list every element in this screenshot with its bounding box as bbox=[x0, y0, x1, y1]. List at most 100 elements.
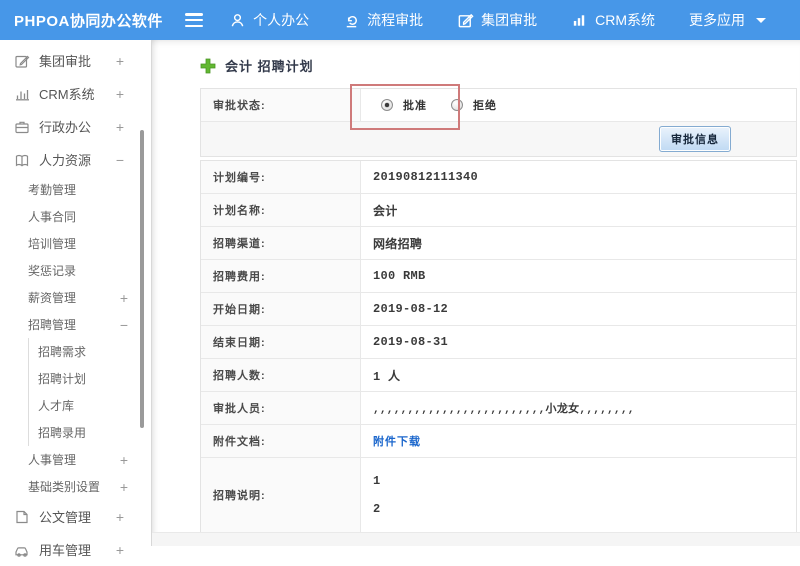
sidebar-label: 招聘管理 bbox=[28, 316, 76, 333]
field-value: 100 RMB bbox=[361, 260, 796, 292]
page-header: 会计 招聘计划 bbox=[152, 40, 800, 88]
nav-personal-office[interactable]: 个人办公 bbox=[229, 10, 309, 30]
menu-icon[interactable] bbox=[185, 13, 203, 27]
sidebar-item-recruit-mgmt[interactable]: 招聘管理 − bbox=[0, 311, 150, 338]
sidebar-item-training[interactable]: 培训管理 bbox=[0, 230, 150, 257]
nav-workflow-approval[interactable]: 流程审批 bbox=[343, 10, 423, 30]
approve-radio-label[interactable]: 批准 bbox=[403, 97, 427, 113]
sidebar-item-admin-office[interactable]: 行政办公 + bbox=[0, 110, 150, 143]
caret-down-icon bbox=[756, 18, 766, 23]
field-value: 2019-08-31 bbox=[361, 326, 796, 358]
flow-approval-icon bbox=[343, 12, 360, 29]
detail-table: 计划编号: 20190812111340 计划名称: 会计 招聘渠道: 网络招聘… bbox=[200, 160, 797, 533]
sidebar-label: 行政办公 bbox=[39, 117, 91, 136]
field-label: 审批人员: bbox=[201, 392, 361, 424]
expand-icon[interactable]: + bbox=[120, 290, 128, 306]
sidebar-label: 人才库 bbox=[38, 397, 74, 414]
table-row-description: 招聘说明: 1 2 bbox=[201, 458, 796, 532]
sidebar-scrollbar[interactable] bbox=[140, 130, 144, 428]
sidebar-item-crm[interactable]: CRM系统 + bbox=[0, 77, 150, 110]
sidebar-label: 招聘计划 bbox=[38, 370, 86, 387]
collapse-icon[interactable]: − bbox=[116, 152, 124, 168]
field-value: 1 人 bbox=[361, 359, 796, 391]
sidebar-item-hr[interactable]: 人力资源 − bbox=[0, 143, 150, 176]
sidebar-item-base-category[interactable]: 基础类别设置 + bbox=[0, 473, 150, 500]
edit-square-icon bbox=[457, 12, 474, 29]
approval-info-button[interactable]: 审批信息 bbox=[659, 126, 731, 152]
table-row-headcount: 招聘人数: 1 人 bbox=[201, 359, 796, 392]
table-row-plan-name: 计划名称: 会计 bbox=[201, 194, 796, 227]
nav-more-apps[interactable]: 更多应用 bbox=[689, 10, 766, 30]
nav-crm-system[interactable]: CRM系统 bbox=[571, 10, 655, 30]
expand-icon[interactable]: + bbox=[120, 452, 128, 468]
expand-icon[interactable]: + bbox=[116, 53, 124, 69]
page-title: 会计 招聘计划 bbox=[225, 56, 314, 75]
sidebar-recruit-submenu: 招聘需求 招聘计划 人才库 招聘录用 bbox=[28, 338, 150, 446]
expand-icon[interactable]: + bbox=[116, 509, 124, 525]
expand-icon[interactable]: + bbox=[120, 479, 128, 495]
field-value: ,,,,,,,,,,,,,,,,,,,,,,,,,小龙女,,,,,,,, bbox=[361, 392, 796, 424]
field-label: 招聘费用: bbox=[201, 260, 361, 292]
reject-radio[interactable] bbox=[451, 99, 463, 111]
table-row-channel: 招聘渠道: 网络招聘 bbox=[201, 227, 796, 260]
car-icon bbox=[14, 542, 30, 558]
radio-group: 批准 拒绝 bbox=[381, 97, 511, 113]
table-row-end-date: 结束日期: 2019-08-31 bbox=[201, 326, 796, 359]
sidebar-label: 人事合同 bbox=[28, 208, 76, 225]
field-label: 开始日期: bbox=[201, 293, 361, 325]
approve-radio[interactable] bbox=[381, 99, 393, 111]
sidebar-item-recruit-plan[interactable]: 招聘计划 bbox=[29, 365, 150, 392]
book-icon bbox=[14, 152, 30, 168]
sidebar-label: 奖惩记录 bbox=[28, 262, 76, 279]
sidebar-item-vehicle-mgmt[interactable]: 用车管理 + bbox=[0, 533, 150, 566]
expand-icon[interactable]: + bbox=[116, 86, 124, 102]
sidebar-label: 公文管理 bbox=[39, 507, 91, 526]
sidebar-item-group-approval[interactable]: 集团审批 + bbox=[0, 44, 150, 77]
status-table: 审批状态: 批准 拒绝 审批信息 bbox=[200, 88, 797, 157]
field-label: 招聘渠道: bbox=[201, 227, 361, 259]
table-row-start-date: 开始日期: 2019-08-12 bbox=[201, 293, 796, 326]
sidebar-item-recruit-demand[interactable]: 招聘需求 bbox=[29, 338, 150, 365]
field-label: 计划名称: bbox=[201, 194, 361, 226]
description-line: 1 bbox=[373, 474, 381, 488]
top-bar: PHPOA协同办公软件 个人办公 流程审批 bbox=[0, 0, 800, 40]
field-value: 网络招聘 bbox=[361, 227, 796, 259]
sidebar-label: 薪资管理 bbox=[28, 289, 76, 306]
status-row: 审批状态: 批准 拒绝 bbox=[201, 89, 796, 122]
nav-label: 个人办公 bbox=[253, 10, 309, 30]
field-label: 招聘说明: bbox=[201, 458, 361, 532]
field-label: 附件文档: bbox=[201, 425, 361, 457]
sidebar-item-salary[interactable]: 薪资管理 + bbox=[0, 284, 150, 311]
sidebar-item-rewards[interactable]: 奖惩记录 bbox=[0, 257, 150, 284]
field-value: 2019-08-12 bbox=[361, 293, 796, 325]
expand-icon[interactable]: + bbox=[116, 542, 124, 558]
field-label: 计划编号: bbox=[201, 161, 361, 193]
sidebar-label: 人力资源 bbox=[39, 150, 91, 169]
sidebar-item-attendance[interactable]: 考勤管理 bbox=[0, 176, 150, 203]
sidebar-label: 招聘需求 bbox=[38, 343, 86, 360]
field-value: 会计 bbox=[361, 194, 796, 226]
sidebar-item-document-mgmt[interactable]: 公文管理 + bbox=[0, 500, 150, 533]
description-line: 2 bbox=[373, 502, 381, 516]
attachment-download-link[interactable]: 附件下载 bbox=[373, 433, 421, 449]
briefcase-icon bbox=[14, 119, 30, 135]
user-icon bbox=[229, 12, 246, 29]
add-icon bbox=[200, 58, 216, 74]
status-options: 批准 拒绝 bbox=[361, 89, 796, 121]
sidebar-item-talent-pool[interactable]: 人才库 bbox=[29, 392, 150, 419]
table-row-plan-no: 计划编号: 20190812111340 bbox=[201, 161, 796, 194]
sidebar-item-hr-contract[interactable]: 人事合同 bbox=[0, 203, 150, 230]
field-value: 20190812111340 bbox=[361, 161, 796, 193]
nav-label: 流程审批 bbox=[367, 10, 423, 30]
sidebar-item-personnel-mgmt[interactable]: 人事管理 + bbox=[0, 446, 150, 473]
nav-label: 更多应用 bbox=[689, 10, 745, 30]
edit-square-icon bbox=[14, 53, 30, 69]
collapse-icon[interactable]: − bbox=[120, 317, 128, 333]
expand-icon[interactable]: + bbox=[116, 119, 124, 135]
approval-form: 审批状态: 批准 拒绝 审批信息 计划编号: 20190812111340 bbox=[200, 88, 797, 533]
sidebar-item-recruit-hire[interactable]: 招聘录用 bbox=[29, 419, 150, 446]
bar-chart-icon bbox=[14, 86, 30, 102]
reject-radio-label[interactable]: 拒绝 bbox=[473, 97, 497, 113]
nav-group-approval[interactable]: 集团审批 bbox=[457, 10, 537, 30]
bottom-scroll-strip[interactable] bbox=[152, 532, 800, 546]
